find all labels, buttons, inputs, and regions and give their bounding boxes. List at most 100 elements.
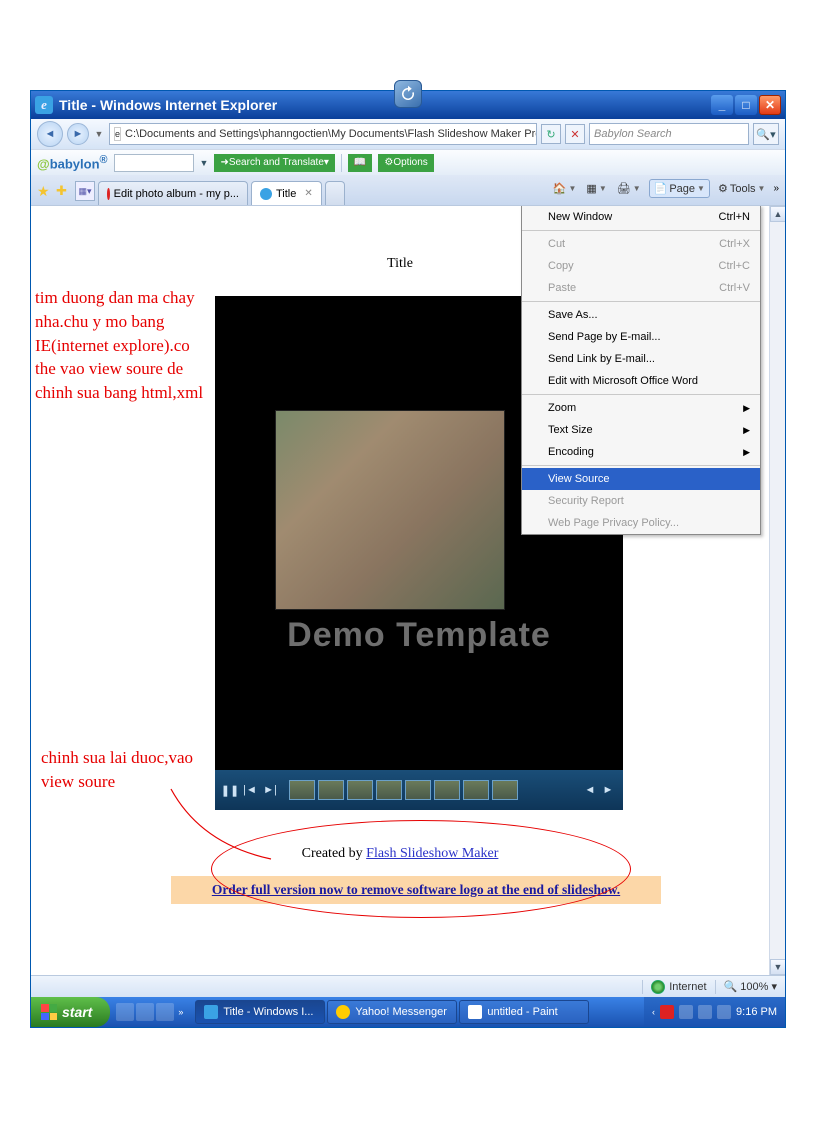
next-button[interactable]: ►| xyxy=(263,783,277,797)
globe-icon xyxy=(651,980,665,994)
thumb-3[interactable] xyxy=(347,780,373,800)
search-go-button[interactable]: 🔍▾ xyxy=(753,123,779,145)
tab-bar: ★ ✚ ▦▾ Edit photo album - my p... Title … xyxy=(31,175,785,205)
annotation-2: chinh sua lai duoc,vao view soure xyxy=(41,746,211,794)
stop-button[interactable]: ✕ xyxy=(565,124,585,144)
back-button[interactable]: ◄ xyxy=(37,121,63,147)
home-button[interactable]: 🏠▼ xyxy=(551,180,579,197)
favorites-star-icon[interactable]: ★ xyxy=(37,183,53,199)
task-paint[interactable]: untitled - Paint xyxy=(459,1000,589,1024)
menu-save-as[interactable]: Save As... xyxy=(522,304,760,326)
scroll-right-button[interactable]: ► xyxy=(601,783,615,797)
ql-icon-3[interactable] xyxy=(156,1003,174,1021)
paint-icon xyxy=(468,1005,482,1019)
page-content: Title tim duong dan ma chay nha.chu y mo… xyxy=(31,205,785,975)
tab-inactive[interactable]: Edit photo album - my p... xyxy=(98,181,248,205)
menu-text-size[interactable]: Text Size▶ xyxy=(522,419,760,441)
forward-button[interactable]: ► xyxy=(67,123,89,145)
scroll-left-button[interactable]: ◄ xyxy=(583,783,597,797)
refresh-button[interactable]: ↻ xyxy=(541,124,561,144)
menu-security-report: Security Report xyxy=(522,490,760,512)
thumb-5[interactable] xyxy=(405,780,431,800)
tab-inactive-label: Edit photo album - my p... xyxy=(114,188,239,200)
annotation-ellipse xyxy=(211,820,631,918)
babylon-logo: @babylon® xyxy=(37,154,108,171)
ql-icon-2[interactable] xyxy=(136,1003,154,1021)
task-yahoo[interactable]: Yahoo! Messenger xyxy=(327,1000,457,1024)
address-bar-row: ◄ ► ▼ e C:\Documents and Settings\phanng… xyxy=(31,119,785,149)
maximize-button[interactable]: □ xyxy=(735,95,757,115)
tray-icon-4[interactable] xyxy=(717,1005,731,1019)
babylon-search-button[interactable]: ➜ Search and Translate ▾ xyxy=(214,154,334,172)
tray-expand-icon[interactable]: ‹ xyxy=(652,1007,655,1017)
security-zone: Internet xyxy=(651,980,706,994)
ql-more-icon[interactable]: » xyxy=(176,1003,185,1021)
titlebar: e Title - Windows Internet Explorer _ □ … xyxy=(31,91,785,119)
menu-new-window[interactable]: New WindowCtrl+N xyxy=(522,206,760,228)
menu-zoom[interactable]: Zoom▶ xyxy=(522,397,760,419)
system-tray: ‹ 9:16 PM xyxy=(644,997,785,1027)
ql-icon-1[interactable] xyxy=(116,1003,134,1021)
close-tab-icon[interactable]: ✕ xyxy=(304,188,312,199)
babylon-search-input[interactable] xyxy=(114,154,194,172)
menu-privacy-policy: Web Page Privacy Policy... xyxy=(522,512,760,534)
minimize-button[interactable]: _ xyxy=(711,95,733,115)
tab-active[interactable]: Title ✕ xyxy=(251,181,322,205)
feeds-button[interactable]: ▦▼ xyxy=(584,180,608,197)
ie-window: e Title - Windows Internet Explorer _ □ … xyxy=(30,90,786,1028)
thumb-8[interactable] xyxy=(492,780,518,800)
menu-paste: PasteCtrl+V xyxy=(522,277,760,299)
search-placeholder: Babylon Search xyxy=(594,128,672,140)
status-bar: Internet 🔍 100% ▾ xyxy=(31,975,785,997)
nav-history-dropdown[interactable]: ▼ xyxy=(93,129,105,139)
thumb-6[interactable] xyxy=(434,780,460,800)
start-label: start xyxy=(62,1004,92,1020)
scroll-up-button[interactable]: ▲ xyxy=(770,206,785,222)
tray-icon-3[interactable] xyxy=(698,1005,712,1019)
close-button[interactable]: ✕ xyxy=(759,95,781,115)
menu-send-page[interactable]: Send Page by E-mail... xyxy=(522,326,760,348)
menu-send-link[interactable]: Send Link by E-mail... xyxy=(522,348,760,370)
babylon-options-button[interactable]: ⚙ Options xyxy=(378,154,433,172)
page-context-menu: New WindowCtrl+N CutCtrl+X CopyCtrl+C Pa… xyxy=(521,205,761,535)
tray-icon-1[interactable] xyxy=(660,1005,674,1019)
thumb-1[interactable] xyxy=(289,780,315,800)
prev-button[interactable]: |◄ xyxy=(243,783,257,797)
tools-menu-button[interactable]: ⚙Tools▼ xyxy=(716,180,767,197)
start-button[interactable]: start xyxy=(31,997,110,1027)
page-favicon: e xyxy=(114,127,121,141)
command-bar: 🏠▼ ▦▼ 🖨▼ 📄Page▼ ⚙Tools▼ » xyxy=(551,179,779,198)
address-text: C:\Documents and Settings\phanngoctien\M… xyxy=(125,128,537,140)
zoom-level[interactable]: 🔍 100% ▾ xyxy=(724,980,777,993)
player-control-bar: ❚❚ |◄ ►| ◄ ► xyxy=(215,770,623,810)
ie-icon: e xyxy=(35,96,53,114)
page-menu-button[interactable]: 📄Page▼ xyxy=(649,179,710,198)
window-title: Title - Windows Internet Explorer xyxy=(59,97,277,113)
quick-launch: » xyxy=(110,1003,191,1021)
tab-active-label: Title xyxy=(276,188,296,200)
thumb-7[interactable] xyxy=(463,780,489,800)
address-field[interactable]: e C:\Documents and Settings\phanngoctien… xyxy=(109,123,537,145)
menu-edit-word[interactable]: Edit with Microsoft Office Word xyxy=(522,370,760,392)
thumb-2[interactable] xyxy=(318,780,344,800)
add-favorites-icon[interactable]: ✚ xyxy=(56,183,72,199)
thumb-4[interactable] xyxy=(376,780,402,800)
search-box[interactable]: Babylon Search xyxy=(589,123,749,145)
opera-icon xyxy=(107,188,110,200)
task-ie[interactable]: Title - Windows I... xyxy=(195,1000,325,1024)
pause-button[interactable]: ❚❚ xyxy=(223,783,237,797)
tray-clock[interactable]: 9:16 PM xyxy=(736,1006,777,1018)
menu-view-source[interactable]: View Source xyxy=(522,468,760,490)
scroll-down-button[interactable]: ▼ xyxy=(770,959,785,975)
chevrons-icon[interactable]: » xyxy=(773,183,779,194)
new-tab-button[interactable] xyxy=(325,181,345,205)
yahoo-icon xyxy=(336,1005,350,1019)
vertical-scrollbar[interactable]: ▲ ▼ xyxy=(769,206,785,975)
babylon-dict-button[interactable]: 📖 xyxy=(348,154,372,172)
tray-icon-2[interactable] xyxy=(679,1005,693,1019)
slideshow-photo xyxy=(275,410,505,610)
tab-list-button[interactable]: ▦▾ xyxy=(75,181,95,201)
print-button[interactable]: 🖨▼ xyxy=(615,180,643,197)
windows-logo-icon xyxy=(41,1004,57,1020)
menu-encoding[interactable]: Encoding▶ xyxy=(522,441,760,463)
